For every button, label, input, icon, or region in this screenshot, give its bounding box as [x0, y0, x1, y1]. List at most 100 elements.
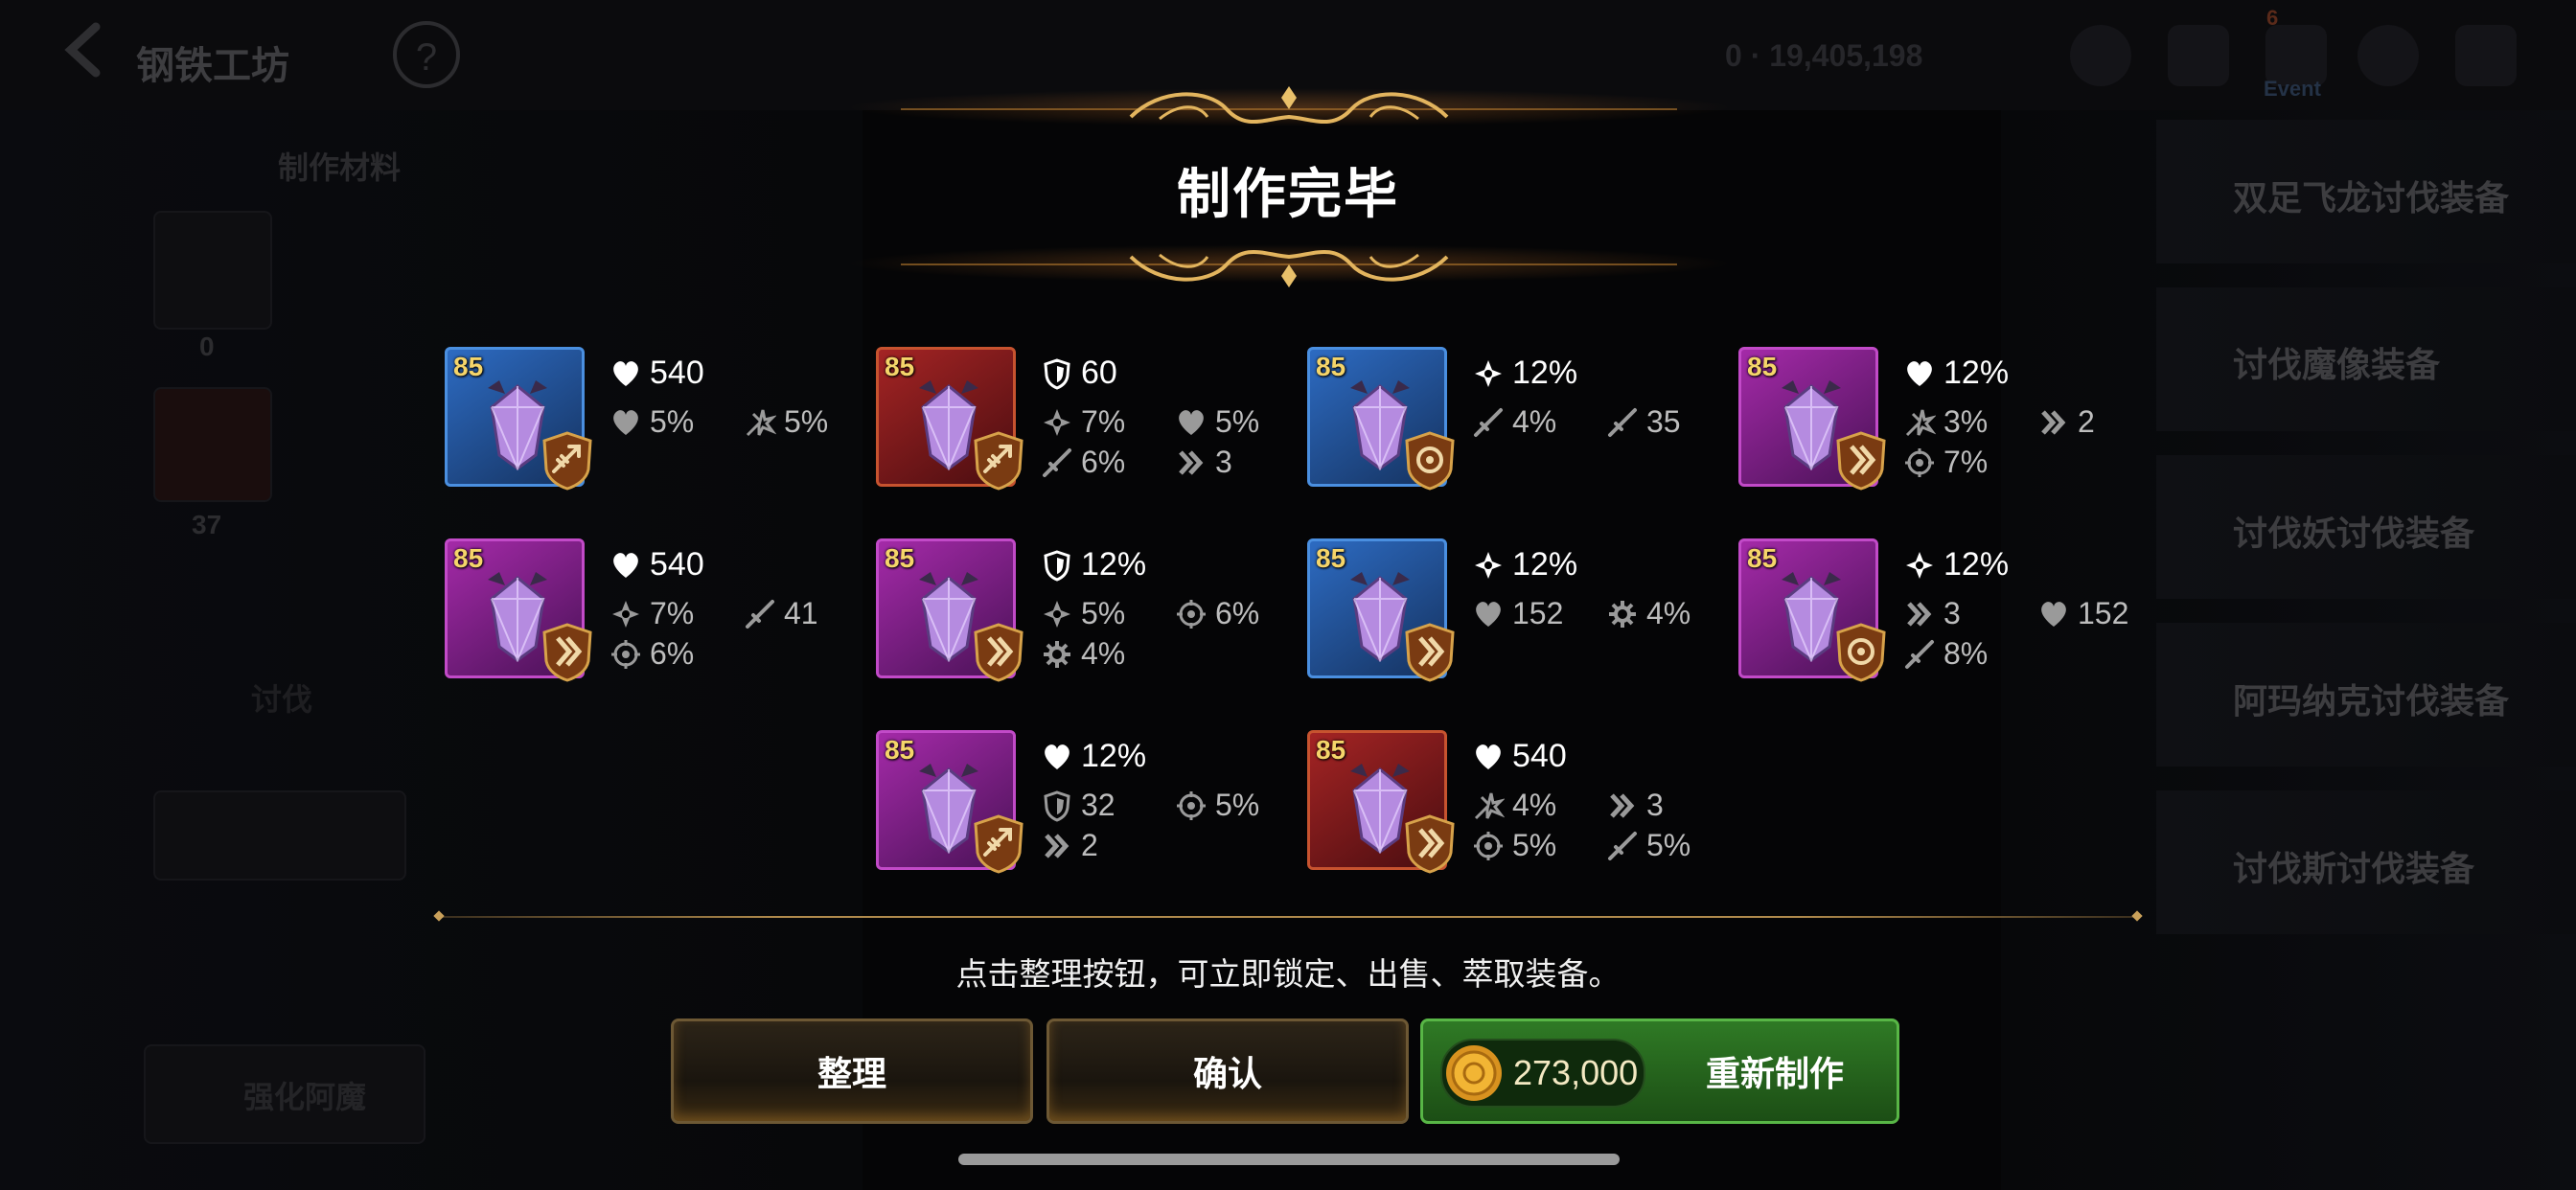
crit-dmg-icon	[746, 409, 776, 436]
set-target-icon	[1836, 623, 1886, 682]
main-stat-value: 12%	[1944, 546, 2010, 583]
set-speed-icon	[542, 623, 592, 682]
divider	[439, 916, 2137, 918]
organize-button-label: 整理	[816, 1054, 886, 1093]
help-button[interactable]: ?	[393, 21, 460, 88]
back-arrow-icon[interactable]	[58, 21, 115, 79]
speed-icon	[1179, 449, 1204, 475]
crafted-item[interactable]: 85 540 7% 41 6%	[445, 538, 847, 682]
enhance-label: 强化阿魔	[243, 1080, 367, 1114]
sub-stat: 5%	[1175, 788, 1259, 823]
crafted-item[interactable]: 85 60 7% 5% 6% 3	[876, 347, 1278, 491]
main-stat-value: 12%	[1944, 355, 2010, 391]
target-icon	[1177, 790, 1206, 820]
sub-stat: 3	[1903, 596, 1961, 631]
crafted-item[interactable]: 85 12% 32 5% 2	[876, 730, 1278, 874]
list-item-label: 讨伐斯讨伐装备	[2233, 849, 2475, 888]
item-level: 85	[885, 543, 915, 573]
side-card	[153, 790, 406, 881]
item-level: 85	[1747, 543, 1778, 573]
sub-stat: 6%	[610, 636, 694, 672]
sub-stat: 4%	[1606, 596, 1690, 631]
target-icon	[1177, 599, 1206, 629]
crafted-item[interactable]: 85 12% 3% 2 7%	[1738, 347, 2141, 491]
sub-stat: 35	[1606, 404, 1681, 440]
sub-stat: 5%	[1175, 404, 1259, 440]
main-stat-value: 540	[650, 546, 704, 583]
main-stat: 540	[610, 355, 704, 392]
confirm-button[interactable]: 确认	[1046, 1018, 1409, 1124]
set-arrow-icon	[542, 431, 592, 491]
crafted-item[interactable]: 85 540 5% 5%	[445, 347, 847, 491]
heart-icon	[613, 552, 638, 578]
target-icon	[1474, 831, 1503, 860]
main-stat: 12%	[1903, 546, 2009, 584]
crafted-item[interactable]: 85 12% 3 152 8%	[1738, 538, 2141, 682]
sword-icon	[1043, 447, 1071, 477]
set-speed-icon	[1405, 623, 1455, 682]
crafted-item[interactable]: 85 540 4% 3 5% 5%	[1307, 730, 1710, 874]
sub-stat-value: 7%	[1081, 404, 1126, 439]
crafted-item[interactable]: 85 12% 5% 6% 4%	[876, 538, 1278, 682]
remake-button-label: 重新制作	[1705, 1054, 1844, 1093]
heart-icon	[613, 409, 638, 435]
sub-stat-value: 6%	[1215, 596, 1260, 630]
sub-stat: 4%	[1472, 788, 1556, 823]
confirm-button-label: 确认	[1192, 1054, 1262, 1093]
sword-icon	[746, 599, 774, 629]
sub-stat-value: 41	[784, 596, 818, 630]
mail-badge: 6	[2266, 6, 2279, 30]
event-label: Event	[2264, 77, 2321, 101]
speed-icon	[1907, 601, 1932, 627]
remake-button[interactable]: 273,000 重新制作	[1420, 1018, 1899, 1124]
crafted-item[interactable]: 85 12% 152 4%	[1307, 538, 1710, 682]
sub-stat-value: 2	[2078, 404, 2095, 439]
title-ornament-top	[901, 86, 1677, 125]
heart-icon	[1045, 744, 1070, 769]
sub-stat: 5%	[1472, 828, 1556, 863]
target-icon	[1905, 447, 1934, 477]
set-speed-icon	[1836, 431, 1886, 491]
sub-stat-value: 5%	[1215, 404, 1260, 439]
sub-stat: 3	[1175, 445, 1232, 480]
main-stat-value: 540	[1512, 738, 1567, 774]
sub-stat: 7%	[1041, 404, 1125, 440]
material-count: 37	[192, 510, 222, 539]
item-level: 85	[1316, 352, 1346, 381]
menu-grid-icon[interactable]	[2455, 25, 2517, 86]
cost-pill: 273,000	[1440, 1039, 1645, 1108]
sub-stat-value: 2	[1081, 828, 1098, 862]
item-level: 85	[453, 543, 484, 573]
sub-stat: 5%	[610, 404, 694, 440]
title-ornament-bottom	[901, 249, 1677, 287]
sub-stat-value: 152	[2078, 596, 2129, 630]
side-label: 讨伐	[251, 682, 313, 717]
main-stat: 12%	[1041, 546, 1146, 584]
crafted-item[interactable]: 85 12% 4% 35	[1307, 347, 1710, 491]
guild-icon[interactable]	[2168, 25, 2229, 86]
currency-display: 0 · 19,405,198	[1725, 38, 1923, 73]
crit-icon	[1044, 600, 1070, 628]
sub-stat-value: 5%	[784, 404, 829, 439]
sub-stat: 8%	[1903, 636, 1988, 672]
modal-title: 制作完毕	[1177, 164, 1399, 224]
crossed-swords-icon[interactable]	[2070, 25, 2131, 86]
sub-stat-value: 152	[1512, 596, 1564, 630]
sub-stat: 152	[1472, 596, 1563, 631]
list-item-label: 讨伐妖讨伐装备	[2233, 514, 2475, 553]
shield-icon	[1044, 549, 1070, 582]
crit-icon	[1475, 359, 1502, 387]
main-stat: 12%	[1472, 546, 1577, 584]
home-indicator[interactable]	[958, 1154, 1620, 1165]
sub-stat-value: 5%	[1081, 596, 1126, 630]
set-speed-icon	[974, 623, 1024, 682]
sub-stat-value: 5%	[650, 404, 695, 439]
chat-icon[interactable]	[2358, 25, 2419, 86]
sub-stat: 4%	[1041, 636, 1125, 672]
main-stat: 540	[610, 546, 704, 584]
organize-button[interactable]: 整理	[671, 1018, 1033, 1124]
sub-stat-value: 3%	[1944, 404, 1989, 439]
crit-icon	[1044, 408, 1070, 436]
sword-icon	[1608, 407, 1637, 437]
sub-stat: 5%	[1041, 596, 1125, 631]
